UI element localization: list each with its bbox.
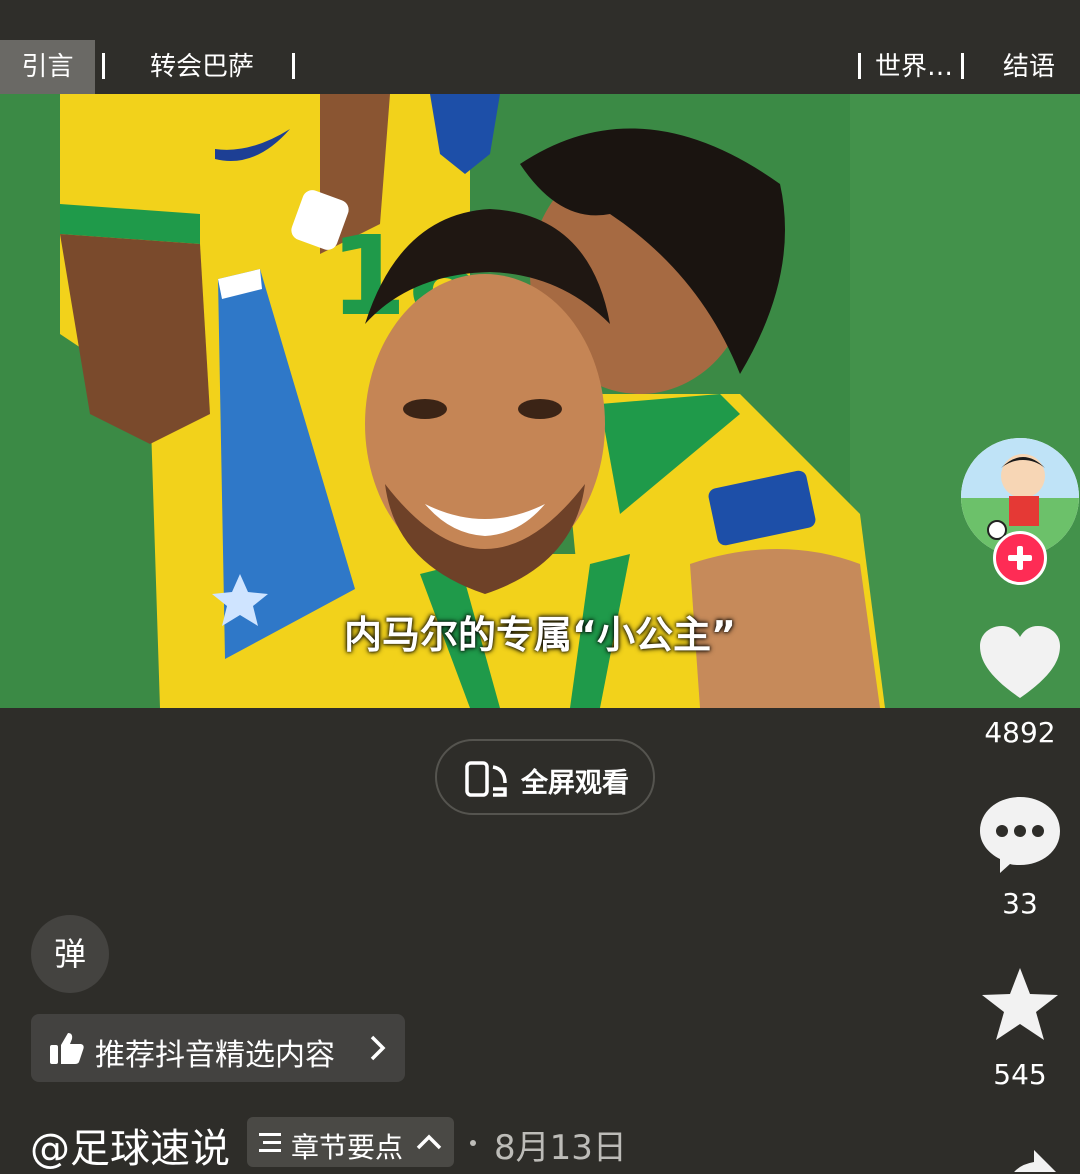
share-icon [1014, 1150, 1056, 1172]
danmaku-toggle[interactable]: 弹 [31, 915, 109, 993]
chapter-intro[interactable]: 引言 [0, 40, 95, 94]
chapter-conclusion[interactable]: 结语 [1003, 40, 1055, 94]
like-button[interactable] [978, 624, 1062, 702]
fullscreen-label: 全屏观看 [521, 768, 629, 799]
chevron-up-icon [416, 1134, 442, 1150]
thumbs-up-icon [50, 1033, 84, 1064]
chapters-toggle[interactable]: 章节要点 [247, 1117, 454, 1167]
like-count: 4892 [984, 716, 1056, 749]
favorite-button[interactable] [980, 966, 1060, 1042]
comment-count: 33 [1002, 887, 1038, 920]
chapters-label: 章节要点 [291, 1131, 404, 1164]
chapter-separator [292, 53, 295, 79]
list-icon [259, 1133, 281, 1152]
dot-separator [470, 1140, 476, 1146]
chapter-separator [961, 53, 964, 79]
chapter-bar: 引言 转会巴萨 世界… 结语 [0, 0, 1080, 94]
chapter-separator [102, 53, 105, 79]
author-name[interactable]: @足球速说 [30, 1116, 230, 1174]
chapter-separator [858, 53, 861, 79]
chapter-barca-transfer[interactable]: 转会巴萨 [150, 40, 254, 94]
post-date: 8月13日 [494, 1128, 627, 1168]
comment-icon [980, 797, 1060, 873]
favorite-count: 545 [993, 1058, 1047, 1091]
recommend-featured-button[interactable]: 推荐抖音精选内容 [31, 1014, 405, 1082]
fullscreen-button[interactable]: 全屏观看 [435, 739, 655, 815]
chevron-right-icon [370, 1035, 386, 1061]
comment-button[interactable] [978, 795, 1062, 875]
star-icon [982, 968, 1058, 1040]
heart-icon [980, 626, 1060, 698]
rotate-screen-icon [465, 761, 507, 797]
recommend-label: 推荐抖音精选内容 [95, 1038, 335, 1073]
follow-plus-button[interactable] [993, 531, 1047, 585]
plus-icon [1008, 546, 1032, 570]
video-subtitle: 内马尔的专属“小公主” [344, 613, 736, 657]
video-player[interactable]: 18 内马尔的专属“小公主” [0, 94, 1080, 708]
chapter-world-cup[interactable]: 世界… [875, 40, 953, 94]
share-button[interactable] [988, 1148, 1058, 1172]
